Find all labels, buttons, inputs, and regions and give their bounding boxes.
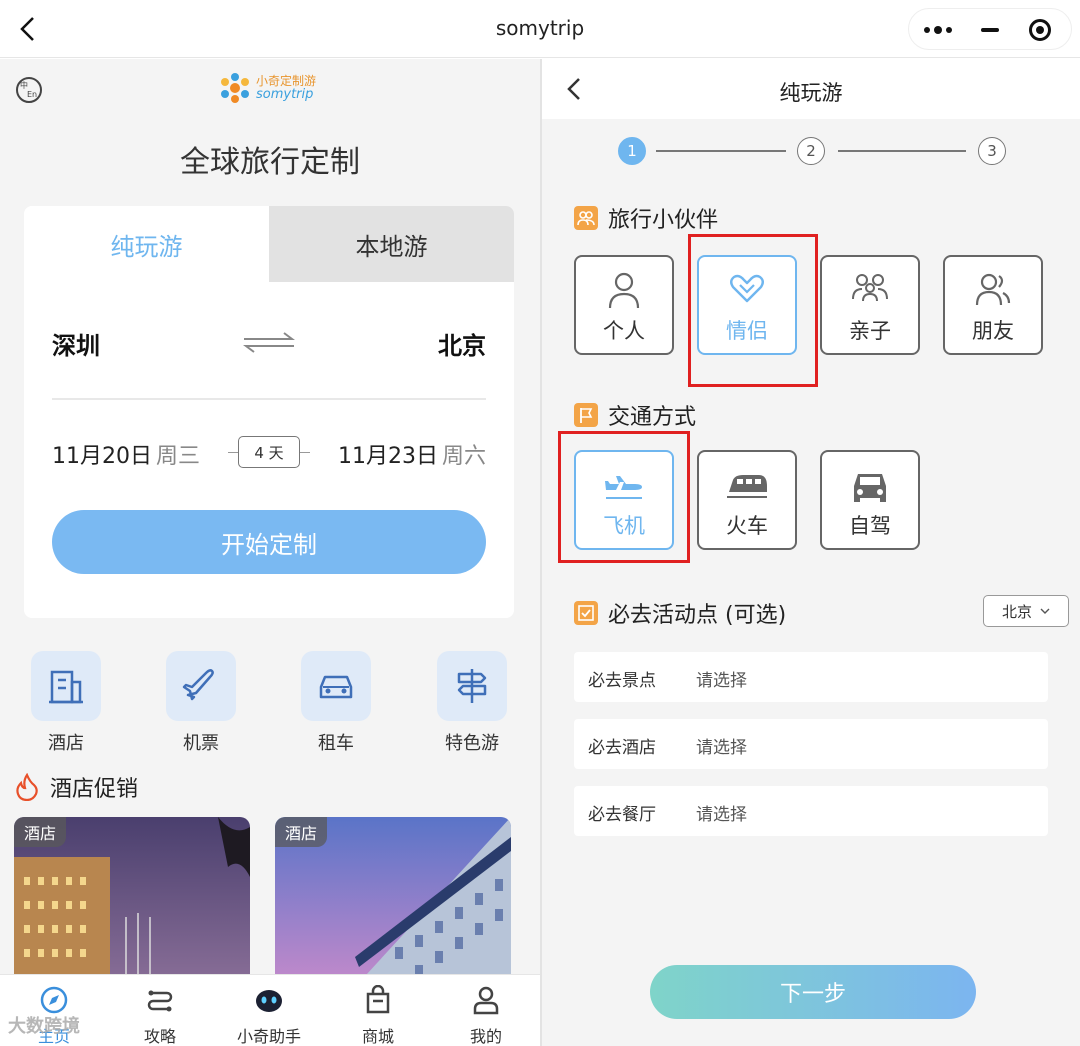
- promo-tag: 酒店: [275, 817, 328, 847]
- trip-search-card: 纯玩游 本地游 深圳 北京 11月20日 周三 4 天 11月23日 周六 开始定制: [24, 206, 514, 618]
- step-connector: [656, 150, 786, 152]
- promo-hotel-card[interactable]: 酒店: [275, 817, 511, 987]
- home-panel: 中 En 小奇定制游 somytrip 全球旅行定制 纯玩游 本地游 深圳 北京…: [0, 59, 540, 1046]
- customize-header: 纯玩游: [542, 59, 1080, 119]
- brand-logo: 小奇定制游 somytrip: [218, 69, 328, 109]
- page-title: 全球旅行定制: [180, 145, 360, 180]
- more-menu-icon[interactable]: [913, 9, 963, 51]
- robot-icon: [256, 990, 282, 1012]
- quick-link-car-rental[interactable]: 租车: [286, 651, 386, 755]
- language-switch-icon[interactable]: 中 En: [14, 75, 44, 105]
- person-icon: [608, 272, 640, 309]
- svg-text:中: 中: [20, 80, 28, 90]
- duration-line-left: [228, 452, 238, 453]
- car-icon: [854, 474, 886, 502]
- window-title-bar: somytrip: [0, 0, 1080, 58]
- promo-hotel-card[interactable]: 酒店: [14, 817, 250, 987]
- minimize-icon[interactable]: [965, 9, 1015, 51]
- family-icon: [852, 274, 888, 302]
- tab-assistant[interactable]: 小奇助手: [219, 985, 319, 1046]
- user-icon: [473, 986, 499, 1015]
- partner-section-title: 旅行小伙伴: [574, 202, 718, 234]
- chevron-down-icon: [1040, 608, 1050, 614]
- swap-cities-icon[interactable]: [242, 330, 296, 354]
- transport-option-self-drive[interactable]: 自驾: [820, 450, 920, 550]
- step-1: 1: [618, 137, 646, 165]
- car-icon: [301, 651, 371, 721]
- highlight-box-couple: [688, 234, 818, 387]
- watermark: 大数跨境: [8, 1016, 80, 1037]
- step-3: 3: [978, 137, 1006, 165]
- svg-text:En: En: [27, 90, 37, 99]
- plane-icon: [166, 651, 236, 721]
- quick-link-flight[interactable]: 机票: [151, 651, 251, 755]
- bottom-tab-bar: 主页 攻略 小奇助手 商城 我的: [0, 974, 540, 1046]
- compass-icon: [40, 986, 68, 1014]
- checklist-icon: [574, 601, 598, 625]
- must-visit-restaurant-row[interactable]: 必去餐厅 请选择: [574, 786, 1048, 836]
- mini-program-capsule: [908, 8, 1072, 50]
- shop-bag-icon: [366, 984, 390, 1014]
- tab-mine[interactable]: 我的: [436, 985, 536, 1046]
- quick-link-hotel[interactable]: 酒店: [16, 651, 116, 755]
- friends-icon: [975, 273, 1011, 306]
- tab-local-tour[interactable]: 本地游: [269, 206, 514, 282]
- hotel-icon: [31, 651, 101, 721]
- highlight-box-plane: [558, 431, 690, 563]
- start-date[interactable]: 11月20日 周三: [52, 438, 200, 470]
- quick-link-featured-tour[interactable]: 特色游: [422, 651, 522, 755]
- activity-section-title: 必去活动点 (可选): [574, 597, 786, 629]
- trip-duration-badge: 4 天: [238, 436, 300, 468]
- signpost-icon: [437, 651, 507, 721]
- tab-pure-play[interactable]: 纯玩游: [24, 206, 269, 282]
- promo-tag: 酒店: [14, 817, 67, 847]
- close-target-icon[interactable]: [1015, 9, 1065, 51]
- partner-option-friends[interactable]: 朋友: [943, 255, 1043, 355]
- divider: [52, 398, 486, 400]
- fire-icon: [16, 773, 38, 801]
- step-connector: [838, 150, 966, 152]
- page-title: 纯玩游: [779, 81, 843, 105]
- logo-flower-icon: [221, 73, 249, 103]
- route-icon: [147, 990, 173, 1012]
- city-select-dropdown[interactable]: 北京: [983, 595, 1069, 627]
- customize-panel: 纯玩游 1 2 3 旅行小伙伴 个人 情侣 亲子 朋友 交通方式 飞机 火车 自…: [542, 59, 1080, 1046]
- tab-mall[interactable]: 商城: [328, 984, 428, 1046]
- partner-option-solo[interactable]: 个人: [574, 255, 674, 355]
- start-customize-button[interactable]: 开始定制: [52, 510, 486, 574]
- partner-icon: [574, 206, 598, 230]
- tab-guide[interactable]: 攻略: [110, 985, 210, 1046]
- transport-section-title: 交通方式: [574, 399, 696, 431]
- flag-icon: [574, 403, 598, 427]
- end-date[interactable]: 11月23日 周六: [338, 438, 486, 470]
- partner-option-family[interactable]: 亲子: [820, 255, 920, 355]
- must-visit-hotel-row[interactable]: 必去酒店 请选择: [574, 719, 1048, 769]
- duration-line-right: [300, 452, 310, 453]
- must-visit-spot-row[interactable]: 必去景点 请选择: [574, 652, 1048, 702]
- promo-section-title: 酒店促销: [14, 771, 138, 803]
- to-city[interactable]: 北京: [438, 326, 486, 361]
- transport-option-train[interactable]: 火车: [697, 450, 797, 550]
- train-icon: [727, 475, 767, 498]
- from-city[interactable]: 深圳: [52, 326, 100, 361]
- step-2: 2: [797, 137, 825, 165]
- next-step-button[interactable]: 下一步: [650, 965, 976, 1019]
